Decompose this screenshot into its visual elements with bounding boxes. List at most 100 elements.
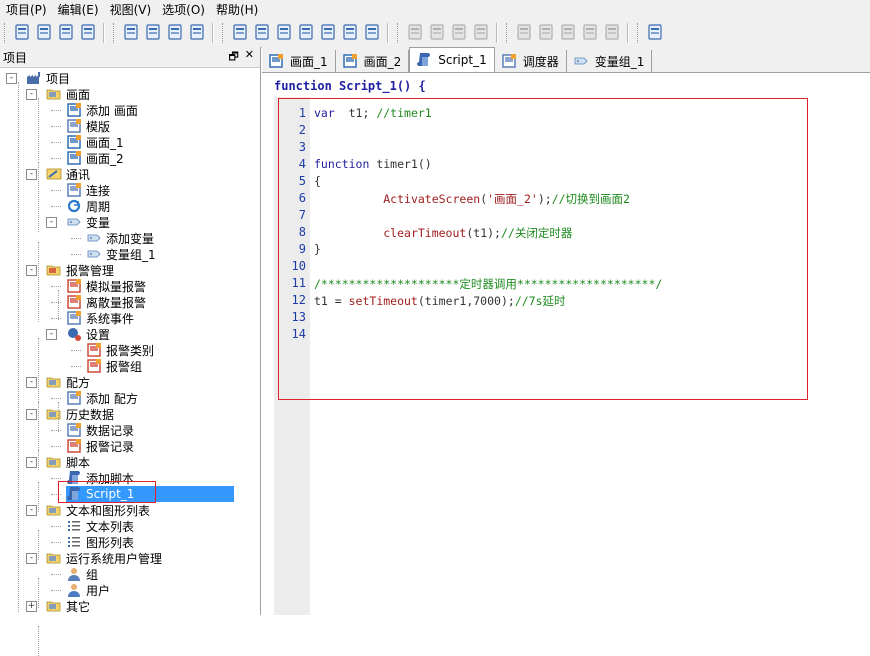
tab-画面_1[interactable]: 画面_1 (262, 50, 336, 72)
tree-expander[interactable]: - (6, 73, 17, 84)
paste-button[interactable] (317, 22, 339, 44)
toolbar-grip[interactable] (637, 23, 641, 43)
tree-expander[interactable]: - (26, 169, 37, 180)
tree-item[interactable]: 历史数据 (46, 406, 114, 422)
grid-button[interactable] (120, 22, 142, 44)
print-button[interactable] (77, 22, 99, 44)
tree-item[interactable]: 通讯 (46, 166, 90, 182)
tree-item[interactable]: 脚本 (46, 454, 90, 470)
tree-item[interactable]: 运行系统用户管理 (46, 550, 162, 566)
export-button[interactable] (601, 22, 623, 44)
tree-item[interactable]: 设置 (66, 326, 110, 342)
tree-item[interactable]: 添加 画面 (66, 102, 138, 118)
insert-button[interactable] (513, 22, 535, 44)
cmd-sv-button[interactable] (448, 22, 470, 44)
new-button[interactable] (11, 22, 33, 44)
toolbar-grip[interactable] (222, 23, 226, 43)
screen-icon (66, 134, 82, 150)
download-button[interactable] (186, 22, 208, 44)
recipe-folder-icon (46, 374, 62, 390)
tree-item[interactable]: 报警记录 (66, 438, 134, 454)
panel-close-button[interactable]: ✕ (245, 48, 254, 67)
copy-button[interactable] (295, 22, 317, 44)
tree-expander[interactable]: - (26, 409, 37, 420)
tree-item-label: 系统事件 (86, 311, 135, 326)
tree-item[interactable]: 添加变量 (86, 230, 154, 246)
tree-expander[interactable]: - (46, 329, 57, 340)
tree-item[interactable]: 组 (66, 566, 98, 582)
panel-float-button[interactable]: 🗗 (228, 48, 238, 67)
toolbar-grip[interactable] (506, 23, 510, 43)
menu-project[interactable]: 项目(P) (0, 1, 52, 18)
tree-item[interactable]: 报警管理 (46, 262, 114, 278)
tab-Script_1[interactable]: Script_1 (409, 47, 495, 72)
menu-view[interactable]: 视图(V) (104, 1, 157, 18)
tree-item[interactable]: 模版 (66, 118, 110, 134)
tree-item-label: 画面_2 (86, 151, 124, 166)
tree-item[interactable]: 报警组 (86, 358, 142, 374)
edit-button[interactable] (557, 22, 579, 44)
toolbar-grip[interactable] (113, 23, 117, 43)
cmd-sf-button[interactable] (470, 22, 492, 44)
tree-connector (38, 482, 39, 512)
user-folder-icon (46, 550, 62, 566)
check-button[interactable] (644, 22, 666, 44)
toolbar-grip[interactable] (397, 23, 401, 43)
tree-item[interactable]: 报警类别 (86, 342, 154, 358)
screen-icon (268, 53, 284, 69)
tree-connector (38, 578, 39, 608)
insert2-button[interactable] (535, 22, 557, 44)
tree-item[interactable]: 变量组_1 (86, 246, 156, 262)
menu-edit[interactable]: 编辑(E) (52, 1, 104, 18)
menu-options[interactable]: 选项(O) (156, 1, 210, 18)
tree-expander[interactable]: - (26, 505, 37, 516)
tree-item[interactable]: 模拟量报警 (66, 278, 146, 294)
tree-expander[interactable]: - (26, 265, 37, 276)
open-button[interactable] (33, 22, 55, 44)
cmd-f-button[interactable] (426, 22, 448, 44)
upload-button[interactable] (164, 22, 186, 44)
tree-item[interactable]: 画面 (46, 86, 90, 102)
save-button[interactable] (55, 22, 77, 44)
tree-item[interactable]: 离散量报警 (66, 294, 146, 310)
upload-icon (166, 23, 184, 44)
tree-expander[interactable]: + (26, 601, 37, 612)
undo-button[interactable] (229, 22, 251, 44)
tree-item[interactable]: 配方 (46, 374, 90, 390)
tab-变量组_1[interactable]: 变量组_1 (567, 50, 653, 72)
tree-item[interactable]: 其它 (46, 598, 90, 614)
tree-item[interactable]: 变量 (66, 214, 110, 230)
tree-item[interactable]: 周期 (66, 198, 110, 214)
tree-expander[interactable]: - (26, 553, 37, 564)
tool-button[interactable] (579, 22, 601, 44)
tab-调度器[interactable]: 调度器 (495, 50, 567, 72)
connection-icon (66, 182, 82, 198)
toolbar-grip[interactable] (4, 23, 8, 43)
toolbar-separator (387, 23, 389, 43)
cut-button[interactable] (273, 22, 295, 44)
tree-expander[interactable]: - (46, 217, 57, 228)
tree-item[interactable]: 项目 (26, 70, 70, 86)
tree-item[interactable]: 画面_2 (66, 150, 124, 166)
tree-item[interactable]: 文本和图形列表 (46, 502, 150, 518)
tree-item[interactable]: 图形列表 (66, 534, 134, 550)
find-button[interactable] (361, 22, 383, 44)
delete-button[interactable] (339, 22, 361, 44)
screen-icon (342, 53, 358, 69)
tree-item[interactable]: 画面_1 (66, 134, 124, 150)
tab-画面_2[interactable]: 画面_2 (336, 50, 410, 72)
tree-item[interactable]: 文本列表 (66, 518, 134, 534)
cmd-c-button[interactable] (404, 22, 426, 44)
tree-expander[interactable]: - (26, 89, 37, 100)
redo-button[interactable] (251, 22, 273, 44)
tree-item[interactable]: 添加 配方 (66, 390, 138, 406)
menu-help[interactable]: 帮助(H) (210, 1, 263, 18)
table-button[interactable] (142, 22, 164, 44)
tree-expander[interactable]: - (26, 377, 37, 388)
tree-item-label: 配方 (66, 375, 91, 390)
tree-item[interactable]: 系统事件 (66, 310, 134, 326)
tree-item[interactable]: 用户 (66, 582, 110, 598)
tree-item[interactable]: 数据记录 (66, 422, 134, 438)
tree-item[interactable]: 连接 (66, 182, 110, 198)
tree-expander[interactable]: - (26, 457, 37, 468)
